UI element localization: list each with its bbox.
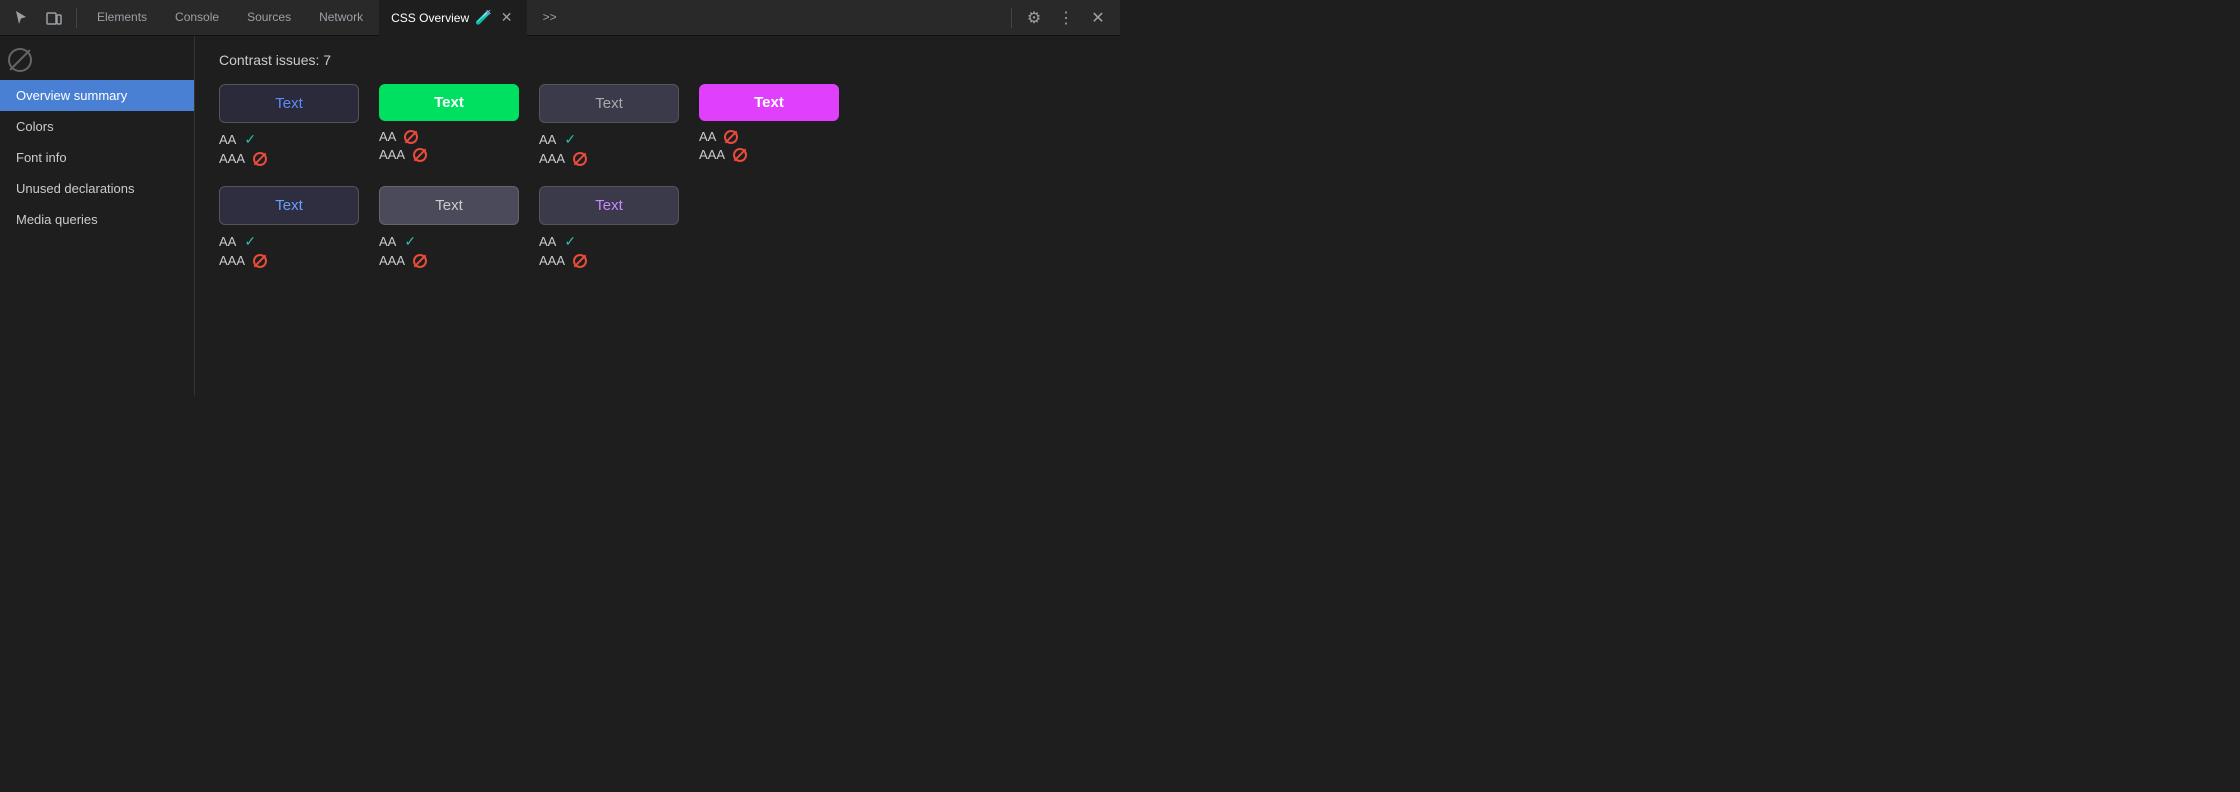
contrast-card-4: Text AA AAA: [699, 84, 839, 166]
tab-elements[interactable]: Elements: [85, 0, 159, 36]
contrast-card-7: Text AA ✓ AAA: [539, 186, 679, 268]
rating-row-5: AA ✓ AAA: [219, 233, 359, 268]
contrast-btn-6[interactable]: Text: [379, 186, 519, 225]
no-icon-aaa7: [573, 254, 587, 268]
check-icon-aa1: ✓: [244, 131, 256, 148]
main-layout: Overview summary Colors Font info Unused…: [0, 36, 1120, 396]
sidebar-item-colors[interactable]: Colors: [0, 111, 194, 142]
aa-rating-6: AA ✓: [379, 233, 519, 250]
tab-console[interactable]: Console: [163, 0, 231, 36]
aa-rating-4: AA: [699, 129, 839, 144]
devtools-toolbar: Elements Console Sources Network CSS Ove…: [0, 0, 1120, 36]
rating-row-7: AA ✓ AAA: [539, 233, 679, 268]
aa-rating-1: AA ✓: [219, 131, 359, 148]
content-area: Contrast issues: 7 Text AA ✓ AAA: [195, 36, 1120, 396]
rating-row-4: AA AAA: [699, 129, 839, 162]
sidebar-item-unused-declarations[interactable]: Unused declarations: [0, 173, 194, 204]
beaker-icon: 🧪: [475, 9, 492, 26]
settings-icon[interactable]: ⚙: [1020, 4, 1048, 32]
contrast-btn-4[interactable]: Text: [699, 84, 839, 121]
contrast-cards-row2: Text AA ✓ AAA Text: [219, 186, 1096, 268]
contrast-card-6: Text AA ✓ AAA: [379, 186, 519, 268]
no-icon-aaa2: [413, 148, 427, 162]
no-icon-aa2: [404, 130, 418, 144]
aa-rating-3: AA ✓: [539, 131, 679, 148]
check-icon-aa3: ✓: [564, 131, 576, 148]
rating-row-6: AA ✓ AAA: [379, 233, 519, 268]
aaa-rating-3: AAA: [539, 151, 679, 166]
cursor-icon[interactable]: [8, 4, 36, 32]
contrast-issues-title: Contrast issues: 7: [219, 52, 1096, 68]
check-icon-aa5: ✓: [244, 233, 256, 250]
no-icon-aaa3: [573, 152, 587, 166]
contrast-btn-3[interactable]: Text: [539, 84, 679, 123]
no-icon-aa4: [724, 130, 738, 144]
aa-rating-5: AA ✓: [219, 233, 359, 250]
aa-rating-7: AA ✓: [539, 233, 679, 250]
check-icon-aa6: ✓: [404, 233, 416, 250]
tab-sources[interactable]: Sources: [235, 0, 303, 36]
aaa-rating-5: AAA: [219, 253, 359, 268]
contrast-card-3: Text AA ✓ AAA: [539, 84, 679, 166]
aaa-rating-2: AAA: [379, 147, 519, 162]
aaa-rating-4: AAA: [699, 147, 839, 162]
close-devtools-button[interactable]: ✕: [1084, 4, 1112, 32]
rating-row-3: AA ✓ AAA: [539, 131, 679, 166]
check-icon-aa7: ✓: [564, 233, 576, 250]
no-icon-aaa4: [733, 148, 747, 162]
contrast-btn-7[interactable]: Text: [539, 186, 679, 225]
toolbar-divider-right: [1011, 8, 1012, 28]
sidebar-top: [0, 44, 194, 80]
contrast-btn-5[interactable]: Text: [219, 186, 359, 225]
sidebar: Overview summary Colors Font info Unused…: [0, 36, 195, 396]
aa-rating-2: AA: [379, 129, 519, 144]
tab-network[interactable]: Network: [307, 0, 375, 36]
sidebar-item-overview-summary[interactable]: Overview summary: [0, 80, 194, 111]
no-icon: [8, 48, 32, 72]
rating-row-1: AA ✓ AAA: [219, 131, 359, 166]
aaa-rating-6: AAA: [379, 253, 519, 268]
rating-row-2: AA AAA: [379, 129, 519, 162]
contrast-card-5: Text AA ✓ AAA: [219, 186, 359, 268]
sidebar-item-font-info[interactable]: Font info: [0, 142, 194, 173]
sidebar-item-media-queries[interactable]: Media queries: [0, 204, 194, 235]
aaa-rating-1: AAA: [219, 151, 359, 166]
aaa-rating-7: AAA: [539, 253, 679, 268]
toolbar-right: ⚙ ⋮ ✕: [1007, 4, 1112, 32]
close-tab-button[interactable]: ✕: [499, 10, 515, 26]
device-toggle-icon[interactable]: [40, 4, 68, 32]
contrast-btn-1[interactable]: Text: [219, 84, 359, 123]
no-icon-aaa5: [253, 254, 267, 268]
contrast-card-2: Text AA AAA: [379, 84, 519, 166]
contrast-btn-2[interactable]: Text: [379, 84, 519, 121]
more-options-icon[interactable]: ⋮: [1052, 4, 1080, 32]
tab-css-overview[interactable]: CSS Overview 🧪 ✕: [379, 0, 526, 36]
no-icon-aaa6: [413, 254, 427, 268]
contrast-card-1: Text AA ✓ AAA: [219, 84, 359, 166]
contrast-cards-row1: Text AA ✓ AAA Text: [219, 84, 1096, 166]
toolbar-divider: [76, 8, 77, 28]
no-icon-aaa1: [253, 152, 267, 166]
tab-more[interactable]: >>: [531, 0, 569, 36]
